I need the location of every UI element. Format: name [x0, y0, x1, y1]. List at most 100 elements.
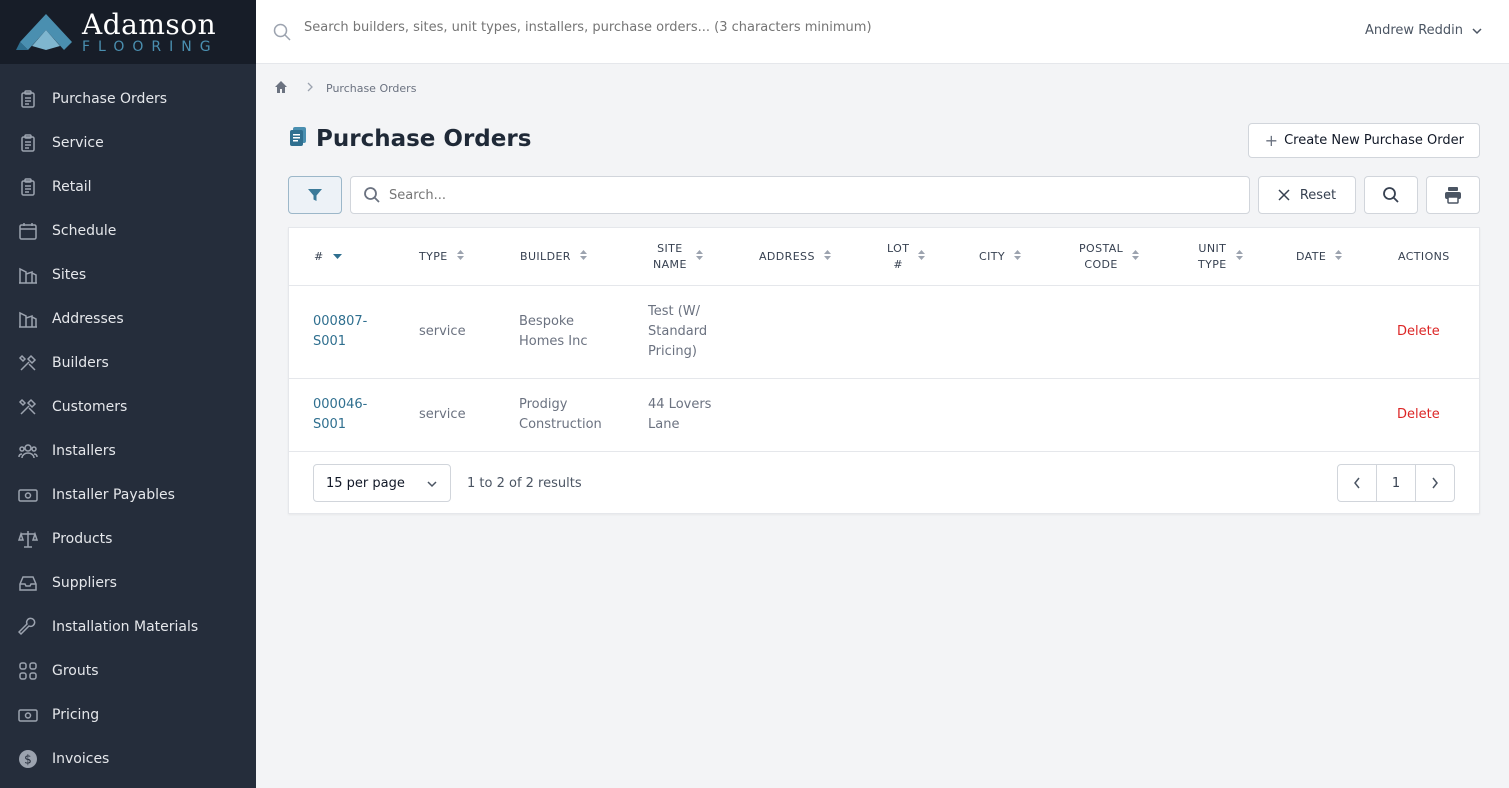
sidebar-item-builders[interactable]: Builders — [0, 341, 256, 385]
chevron-left-icon — [1354, 477, 1360, 489]
brand-sub: FLOORING — [82, 38, 219, 55]
sidebar-item-label: Installation Materials — [52, 619, 199, 635]
clipboard-icon — [18, 89, 38, 109]
sort-icon — [1013, 249, 1021, 265]
column-label: UNIT TYPE — [1198, 242, 1227, 271]
column-header-unit-type[interactable]: UNIT TYPE — [1198, 228, 1243, 286]
create-button-label: Create New Purchase Order — [1284, 133, 1464, 148]
search-icon — [272, 22, 292, 42]
sort-icon — [456, 249, 464, 265]
cell-type: service — [419, 407, 466, 422]
po-number-link[interactable]: 000807- S001 — [313, 286, 367, 378]
cell-type: service — [419, 324, 466, 339]
table-search-input[interactable] — [389, 187, 1189, 203]
column-header-date[interactable]: DATE — [1296, 228, 1343, 286]
column-header-actions: ACTIONS — [1398, 228, 1450, 286]
sidebar-item-label: Grouts — [52, 663, 99, 679]
po-number-link[interactable]: 000046- S001 — [313, 379, 367, 451]
column-label: ADDRESS — [759, 250, 815, 263]
prev-page-button[interactable] — [1338, 465, 1376, 501]
tools-icon — [18, 353, 38, 373]
next-page-button[interactable] — [1416, 465, 1454, 501]
column-header-type[interactable]: TYPE — [419, 228, 464, 286]
column-label: TYPE — [419, 250, 448, 263]
sidebar-item-pricing[interactable]: Pricing — [0, 693, 256, 737]
search-button[interactable] — [1364, 176, 1418, 214]
brand-logo[interactable]: Adamson FLOORING — [0, 0, 256, 64]
create-purchase-order-button[interactable]: + Create New Purchase Order — [1247, 123, 1480, 158]
page-number[interactable]: 1 — [1376, 465, 1416, 501]
sidebar-item-label: Customers — [52, 399, 128, 415]
breadcrumb-current[interactable]: Purchase Orders — [326, 82, 416, 95]
sidebar-item-invoices[interactable]: $ Invoices — [0, 737, 256, 781]
sidebar-item-retail[interactable]: Retail — [0, 165, 256, 209]
page-title-text: Purchase Orders — [316, 126, 532, 152]
per-page-select[interactable]: 15 per page — [313, 464, 451, 502]
column-label: ACTIONS — [1398, 250, 1450, 263]
sort-icon — [579, 249, 587, 265]
chevron-down-icon — [427, 481, 437, 488]
sidebar-item-sites[interactable]: Sites — [0, 253, 256, 297]
per-page-value: 15 per page — [326, 475, 405, 491]
column-label: BUILDER — [520, 250, 571, 263]
svg-text:$: $ — [24, 753, 32, 767]
table-footer: 15 per page 1 to 2 of 2 results 1 — [289, 452, 1479, 514]
column-header-number[interactable]: # — [314, 228, 342, 286]
sort-icon — [1335, 249, 1343, 265]
column-header-site-name[interactable]: SITE NAME — [653, 228, 703, 286]
sidebar-item-label: Products — [52, 531, 113, 547]
sidebar-item-label: Sites — [52, 267, 87, 283]
column-header-builder[interactable]: BUILDER — [520, 228, 587, 286]
sidebar-item-label: Pricing — [52, 707, 100, 723]
sidebar-item-label: Schedule — [52, 223, 117, 239]
purchase-orders-table: # TYPE BUILDER SITE NAME ADDRESS LOT # CITY POS… — [288, 227, 1480, 514]
sidebar-item-purchase-orders[interactable]: Purchase Orders — [0, 77, 256, 121]
column-label: SITE NAME — [653, 242, 687, 271]
cash-icon — [18, 485, 38, 505]
sidebar-item-suppliers[interactable]: Suppliers — [0, 561, 256, 605]
breadcrumb: Purchase Orders — [274, 80, 416, 97]
building-icon — [18, 265, 38, 285]
reset-button[interactable]: Reset — [1258, 176, 1356, 214]
sidebar-item-installation-materials[interactable]: Installation Materials — [0, 605, 256, 649]
tools-icon — [18, 397, 38, 417]
delete-button[interactable]: Delete — [1397, 286, 1440, 378]
topbar: Andrew Reddin — [256, 0, 1509, 64]
column-header-address[interactable]: ADDRESS — [759, 228, 831, 286]
printer-icon — [1445, 187, 1461, 204]
sidebar-item-products[interactable]: Products — [0, 517, 256, 561]
close-icon — [1278, 189, 1290, 201]
sidebar-item-installers[interactable]: Installers — [0, 429, 256, 473]
cell-builder: Bespoke Homes Inc — [519, 314, 588, 349]
filter-button[interactable] — [288, 176, 342, 214]
wrench-icon — [18, 617, 38, 637]
grid-icon — [18, 661, 38, 681]
sort-icon — [918, 249, 926, 265]
sort-icon — [1235, 249, 1243, 265]
clipboard-icon — [288, 125, 308, 153]
sidebar-item-label: Suppliers — [52, 575, 117, 591]
sidebar-item-installer-payables[interactable]: Installer Payables — [0, 473, 256, 517]
brand-name: Adamson — [82, 7, 217, 41]
delete-button[interactable]: Delete — [1397, 379, 1440, 451]
table-row: 000046- S001 service Prodigy Construction 4… — [289, 379, 1479, 452]
clipboard-icon — [18, 133, 38, 153]
column-header-city[interactable]: CITY — [979, 228, 1021, 286]
sidebar-item-addresses[interactable]: Addresses — [0, 297, 256, 341]
sidebar-item-schedule[interactable]: Schedule — [0, 209, 256, 253]
sidebar-item-label: Installer Payables — [52, 487, 175, 503]
column-header-lot[interactable]: LOT # — [887, 228, 926, 286]
sidebar-item-service[interactable]: Service — [0, 121, 256, 165]
pagination: 1 — [1337, 464, 1455, 502]
global-search-input[interactable] — [304, 20, 1004, 35]
print-button[interactable] — [1426, 176, 1480, 214]
sidebar-item-label: Service — [52, 135, 104, 151]
user-menu[interactable]: Andrew Reddin — [1365, 23, 1483, 38]
users-icon — [18, 441, 38, 461]
sidebar: Adamson FLOORING Purchase Orders Service R… — [0, 0, 256, 788]
home-icon[interactable] — [274, 80, 288, 97]
sort-icon — [823, 249, 831, 265]
column-header-postal-code[interactable]: POSTAL CODE — [1079, 228, 1140, 286]
sidebar-item-grouts[interactable]: Grouts — [0, 649, 256, 693]
sidebar-item-customers[interactable]: Customers — [0, 385, 256, 429]
